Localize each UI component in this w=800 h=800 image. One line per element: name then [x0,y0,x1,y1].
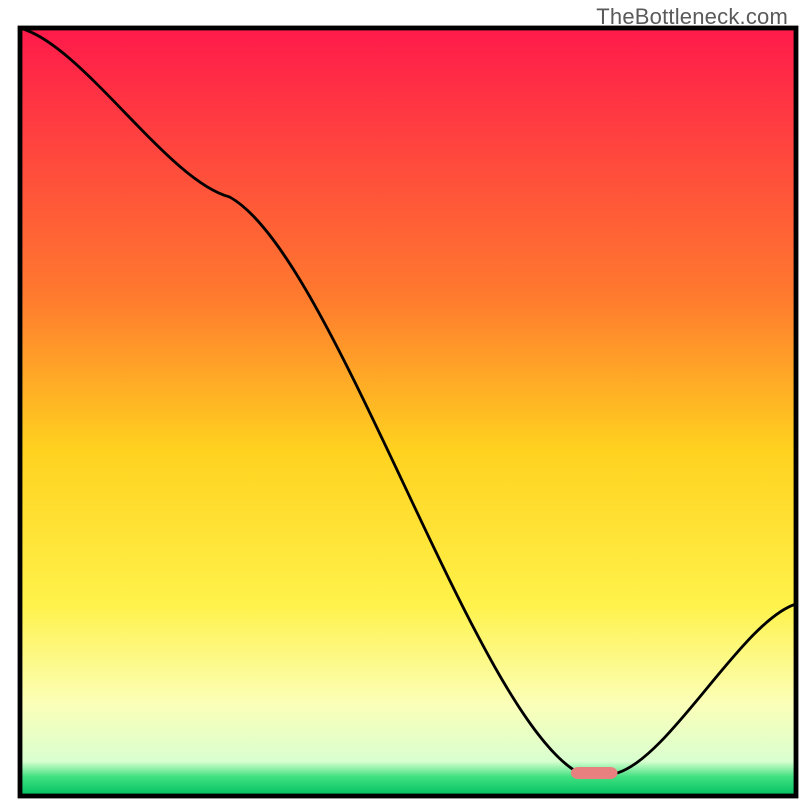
gradient-background [20,28,796,796]
watermark-text: TheBottleneck.com [596,4,788,30]
optimal-marker [571,767,618,779]
bottleneck-chart [0,0,800,800]
chart-stage: TheBottleneck.com [0,0,800,800]
